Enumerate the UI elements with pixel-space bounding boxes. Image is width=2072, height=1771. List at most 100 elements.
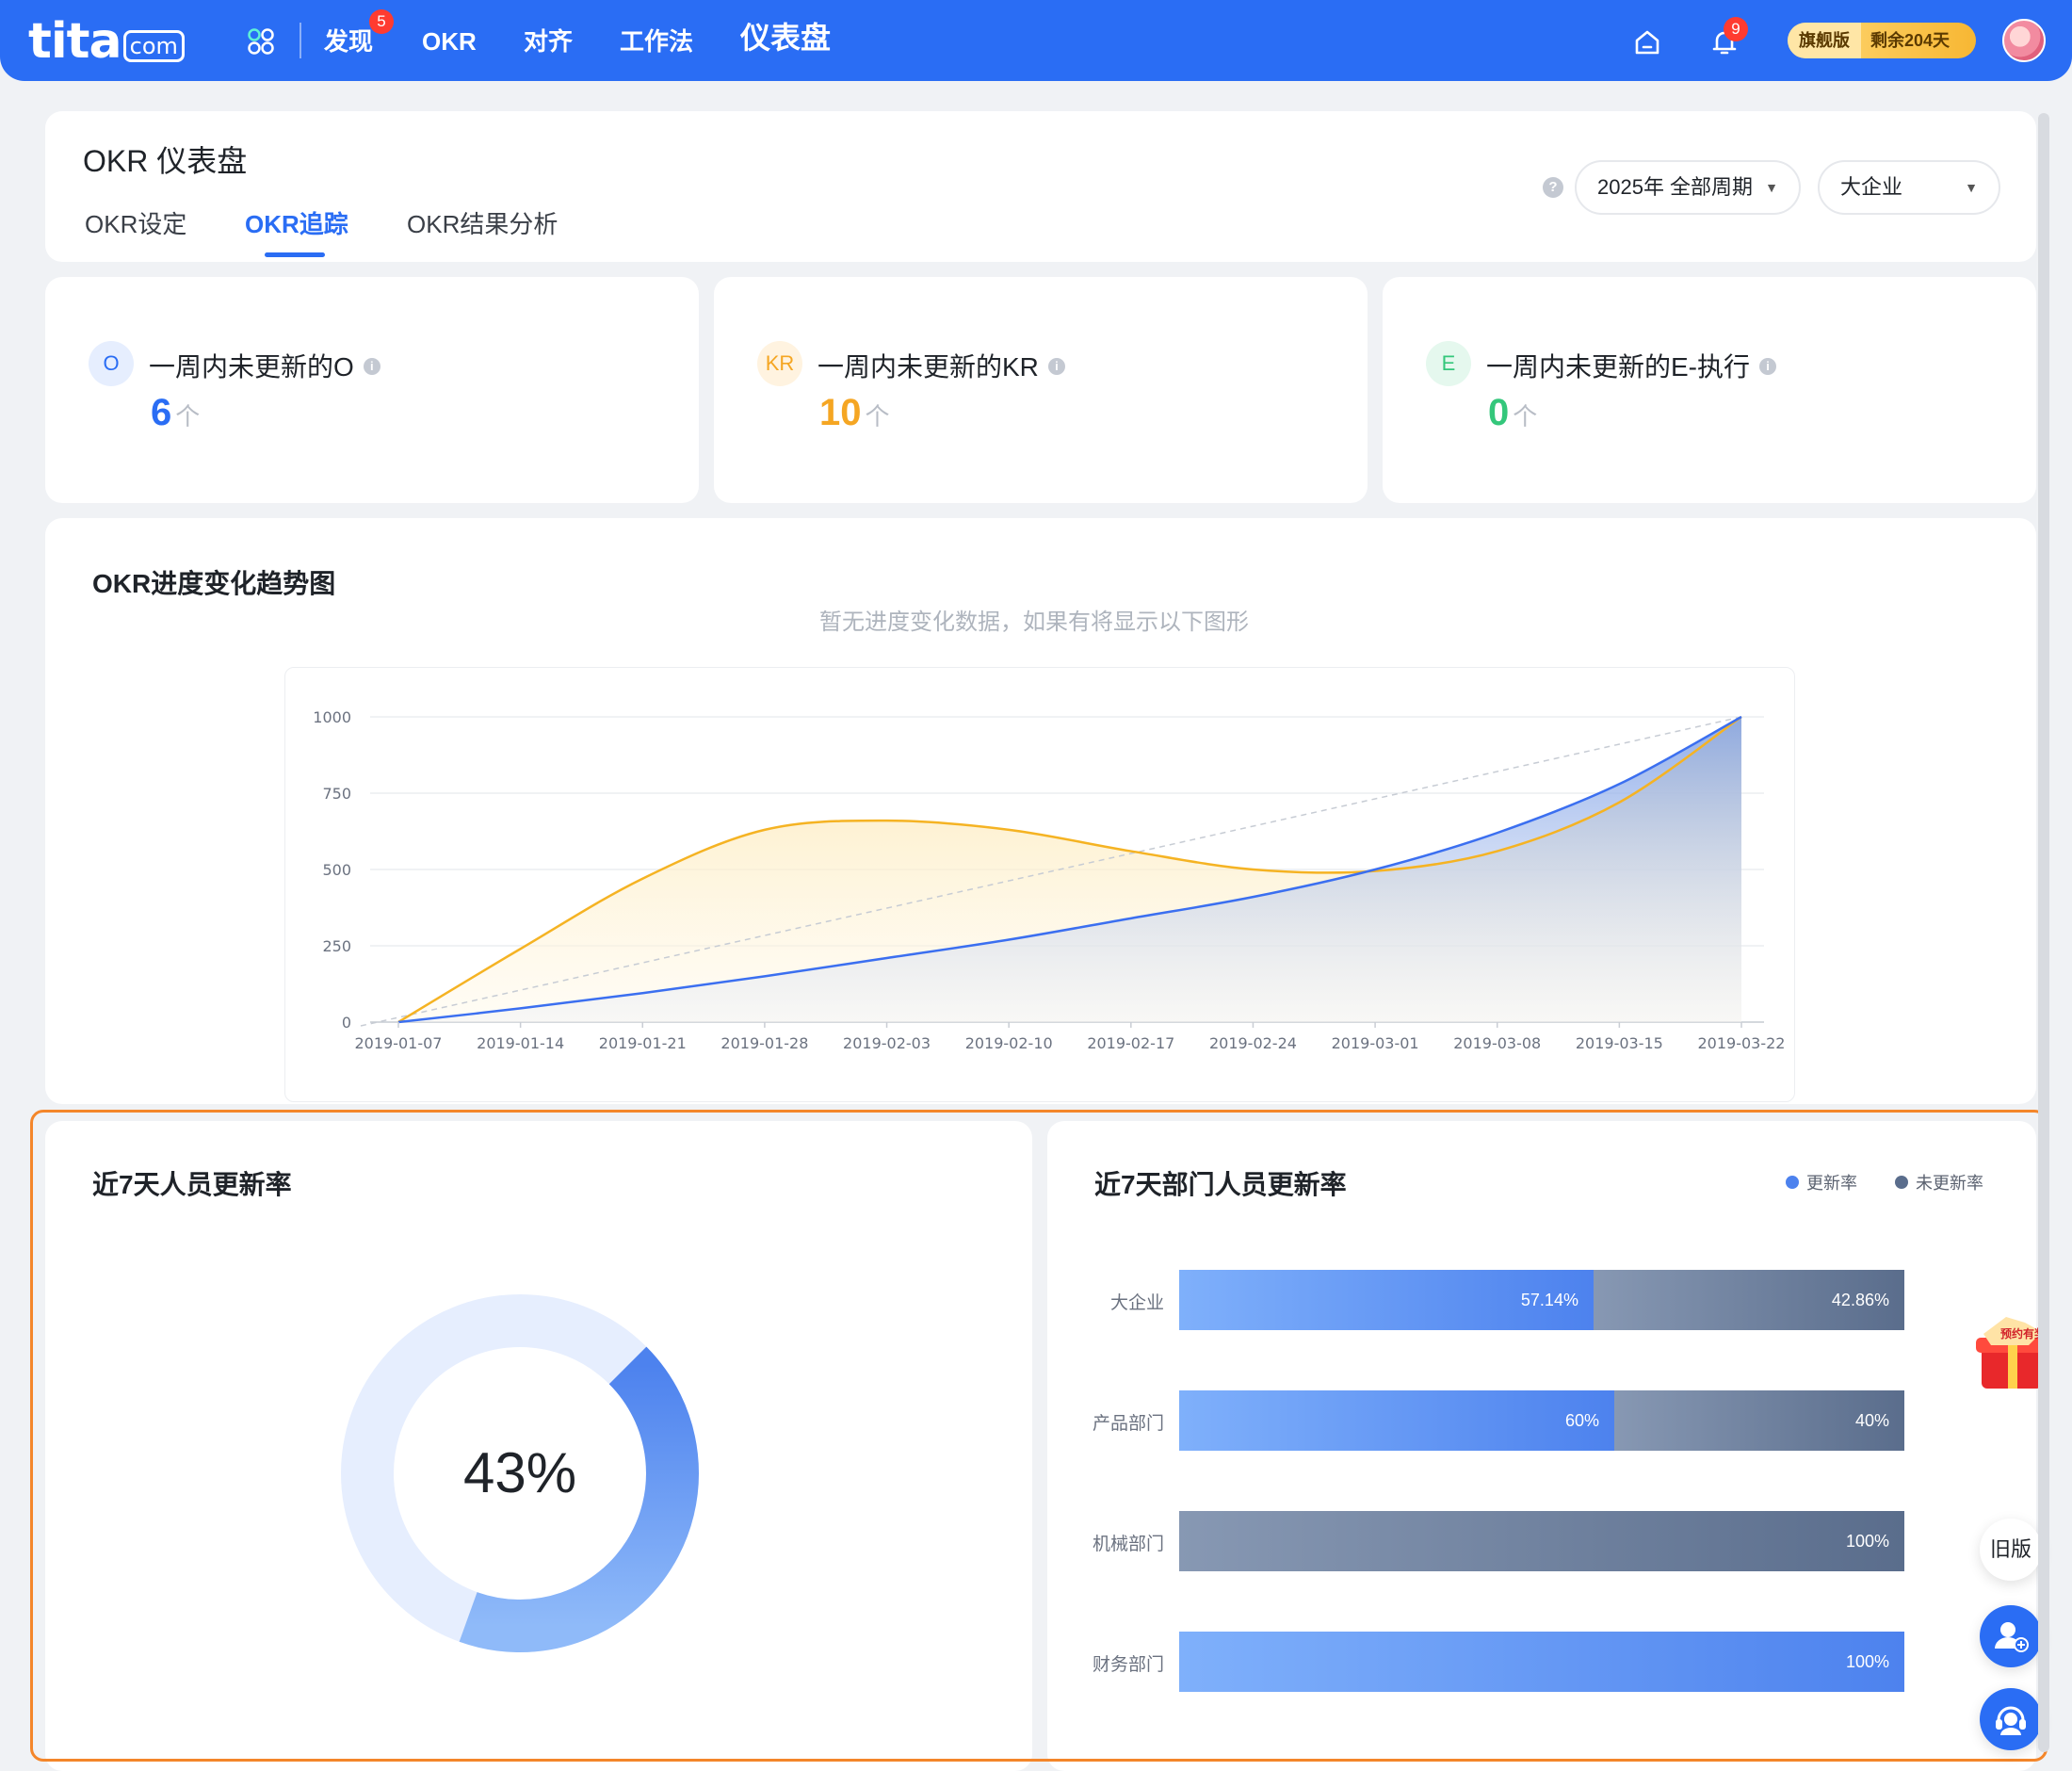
bar-segment-updated[interactable]: 100% xyxy=(1179,1632,1904,1692)
people-rate-value: 43% xyxy=(462,1441,577,1504)
y-tick-label: 750 xyxy=(322,785,351,803)
x-tick-label: 2019-02-10 xyxy=(965,1034,1053,1052)
dept-rate-title: 近7天部门人员更新率 xyxy=(1094,1170,1347,1199)
nav-dashboard[interactable]: 仪表盘 xyxy=(740,19,831,57)
y-tick-label: 0 xyxy=(342,1014,351,1032)
bar-segment-not-updated[interactable]: 40% xyxy=(1614,1390,1904,1451)
bar-segment-updated[interactable]: 57.14% xyxy=(1179,1270,1594,1330)
stat-title: 一周内未更新的O i xyxy=(149,347,380,384)
nav-okr[interactable]: OKR xyxy=(422,23,477,60)
stat-value: 10 个 xyxy=(819,392,890,434)
y-tick-label: 500 xyxy=(322,861,351,879)
tita-logo[interactable]: tita com xyxy=(28,13,185,70)
header-card: OKR 仪表盘 OKR设定 OKR追踪 OKR结果分析 ? 2025年 全部周期… xyxy=(45,111,2036,262)
org-select[interactable]: 大企业 ▼ xyxy=(1818,160,2000,215)
dept-label: 机械部门 xyxy=(1092,1535,1164,1554)
x-tick-label: 2019-01-14 xyxy=(477,1034,564,1052)
legend-not-updated[interactable]: 未更新率 xyxy=(1895,1170,1983,1194)
nav-methods[interactable]: 工作法 xyxy=(620,23,693,60)
bar-segment-not-updated[interactable]: 42.86% xyxy=(1593,1270,1904,1330)
stat-card-kr[interactable]: KR 一周内未更新的KR i 10 个 xyxy=(714,277,1368,503)
info-icon[interactable]: i xyxy=(1047,357,1065,375)
x-tick-label: 2019-01-21 xyxy=(599,1034,687,1052)
x-tick-label: 2019-03-15 xyxy=(1576,1034,1663,1052)
x-tick-label: 2019-03-22 xyxy=(1698,1034,1786,1052)
logo-suffix: com xyxy=(122,30,185,62)
x-tick-label: 2019-02-17 xyxy=(1087,1034,1174,1052)
dept-label: 产品部门 xyxy=(1092,1414,1164,1434)
user-avatar[interactable] xyxy=(2002,19,2046,62)
stat-title: 一周内未更新的E-执行 i xyxy=(1486,347,1777,384)
stat-unit: 个 xyxy=(175,402,201,431)
x-tick-label: 2019-03-01 xyxy=(1332,1034,1419,1052)
dept-bar[interactable]: 100% xyxy=(1179,1632,1904,1692)
add-user-icon xyxy=(1995,1622,2029,1652)
legend-updated[interactable]: 更新率 xyxy=(1786,1170,1857,1194)
y-tick-label: 250 xyxy=(322,937,351,955)
info-icon[interactable]: i xyxy=(363,357,380,375)
objective-icon: O xyxy=(89,341,134,386)
stat-title-text: 一周内未更新的O xyxy=(149,352,354,382)
headset-icon xyxy=(1996,1706,2026,1735)
people-rate-donut: 43% xyxy=(315,1268,725,1679)
people-rate-card: 近7天人员更新率 43% xyxy=(45,1121,1032,1771)
x-tick-label: 2019-02-03 xyxy=(843,1034,931,1052)
bar-segment-not-updated[interactable]: 100% xyxy=(1179,1511,1904,1571)
dept-bar[interactable]: 57.14% 42.86% xyxy=(1179,1270,1904,1330)
notification-badge: 9 xyxy=(1724,17,1748,41)
trend-chart-card: OKR进度变化趋势图 暂无进度变化数据，如果有将显示以下图形 1000 750 50… xyxy=(45,518,2036,1104)
y-tick-label: 1000 xyxy=(313,708,351,726)
tab-okr-setting[interactable]: OKR设定 xyxy=(85,205,186,240)
stat-value: 6个 xyxy=(151,392,200,434)
trend-chart: 1000 750 500 250 02019-01-07 2019-01-14 2019-0… xyxy=(313,708,1786,1052)
nav-align[interactable]: 对齐 xyxy=(524,23,573,60)
dept-bar[interactable]: 60% 40% xyxy=(1179,1390,1904,1451)
nav-discover-label: 发现 xyxy=(324,27,374,56)
dept-label: 大企业 xyxy=(1109,1293,1164,1313)
legend-dot xyxy=(1895,1176,1908,1190)
org-select-value: 大企业 xyxy=(1840,175,1903,199)
stat-unit: 个 xyxy=(1513,402,1538,431)
stat-title-text: 一周内未更新的E-执行 xyxy=(1486,352,1751,382)
home-icon[interactable] xyxy=(1631,26,1663,58)
apps-grid-icon[interactable] xyxy=(247,27,275,56)
trend-title: OKR进度变化趋势图 xyxy=(92,569,336,598)
logo-main: tita xyxy=(28,13,122,70)
execution-icon: E xyxy=(1426,341,1471,386)
dept-label: 财务部门 xyxy=(1092,1655,1164,1675)
top-nav-bar: tita com 发现 5 OKR 对齐 工作法 仪表盘 9 旗舰版 剩余204天 xyxy=(0,0,2072,81)
contact-button[interactable] xyxy=(1980,1605,2042,1667)
legend-updated-label: 更新率 xyxy=(1806,1174,1857,1193)
info-icon[interactable]: i xyxy=(1759,357,1777,375)
tab-okr-tracking[interactable]: OKR追踪 xyxy=(245,205,348,240)
old-version-button[interactable]: 旧版 xyxy=(1980,1519,2042,1581)
stat-value-number: 0 xyxy=(1488,392,1510,433)
x-tick-label: 2019-03-08 xyxy=(1453,1034,1541,1052)
trend-empty-hint: 暂无进度变化数据，如果有将显示以下图形 xyxy=(819,609,1249,635)
stat-value: 0个 xyxy=(1488,392,1537,434)
stat-value-number: 6 xyxy=(151,392,172,433)
help-icon[interactable]: ? xyxy=(1543,177,1563,198)
dept-bar[interactable]: 100% xyxy=(1179,1511,1904,1571)
discover-badge: 5 xyxy=(369,9,394,34)
support-button[interactable] xyxy=(1980,1688,2042,1750)
plan-badge[interactable]: 旗舰版 剩余204天 xyxy=(1788,23,1976,58)
trend-chart-frame: 1000 750 500 250 0 2019-01-07 2019-01-14 2019-0… xyxy=(284,667,1795,1102)
x-tick-label: 2019-01-28 xyxy=(720,1034,808,1052)
stat-card-execution[interactable]: E 一周内未更新的E-执行 i 0个 xyxy=(1383,277,2036,503)
plan-label: 旗舰版 xyxy=(1788,23,1861,58)
x-tick-label: 2019-02-24 xyxy=(1209,1034,1297,1052)
legend-not-updated-label: 未更新率 xyxy=(1916,1174,1983,1193)
bar-segment-updated[interactable]: 60% xyxy=(1179,1390,1614,1451)
page-scrollbar[interactable] xyxy=(2038,113,2049,1752)
page-title: OKR 仪表盘 xyxy=(83,144,248,178)
stat-title-text: 一周内未更新的KR xyxy=(817,352,1039,382)
dept-rate-card: 近7天部门人员更新率 更新率 未更新率 大企业 57.14% 42.86% 产品部门 6… xyxy=(1047,1121,2036,1771)
nav-discover[interactable]: 发现 5 xyxy=(324,9,394,60)
stat-card-objective[interactable]: O 一周内未更新的O i 6个 xyxy=(45,277,699,503)
tab-okr-analysis[interactable]: OKR结果分析 xyxy=(407,205,558,240)
plan-remaining: 剩余204天 xyxy=(1870,31,1951,50)
people-rate-title: 近7天人员更新率 xyxy=(92,1170,292,1199)
period-select[interactable]: 2025年 全部周期 ▼ xyxy=(1575,160,1801,215)
kr-icon: KR xyxy=(757,341,802,386)
